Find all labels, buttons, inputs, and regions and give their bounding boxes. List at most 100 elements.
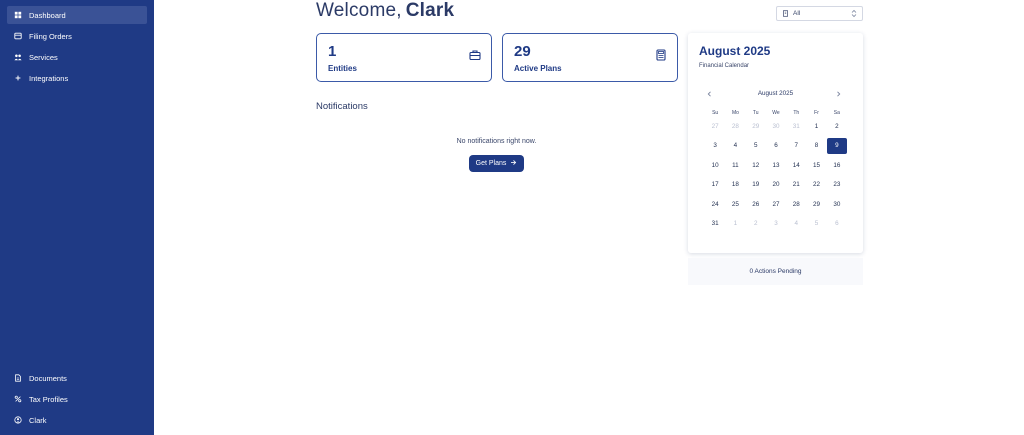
entities-card[interactable]: 1 Entities (316, 33, 492, 82)
entities-count: 1 (328, 43, 337, 60)
sidebar-item-tax-profiles[interactable]: Tax Profiles (7, 390, 147, 408)
calendar-week-row: 24 25 26 27 28 29 30 (705, 196, 847, 216)
calendar-day[interactable]: 15 (806, 157, 826, 173)
sidebar-item-label: Clark (29, 415, 47, 425)
calendar-day[interactable]: 4 (786, 216, 806, 232)
calendar-day[interactable]: 22 (806, 177, 826, 193)
filter-value: All (793, 10, 801, 17)
calendar-day[interactable]: 1 (806, 118, 826, 134)
calendar-day[interactable]: 4 (725, 138, 745, 154)
calendar-day[interactable]: 29 (746, 118, 766, 134)
calendar-day[interactable]: 7 (786, 138, 806, 154)
financial-calendar: August 2025 Financial Calendar August 20… (688, 33, 863, 253)
entity-filter-select[interactable]: All (776, 6, 863, 21)
calendar-day[interactable]: 10 (705, 157, 725, 173)
calendar-day[interactable]: 31 (705, 216, 725, 232)
calendar-day[interactable]: 28 (786, 196, 806, 212)
weekday-label: Su (712, 110, 719, 116)
welcome-text: Welcome, (316, 0, 402, 21)
plus-icon (11, 74, 25, 82)
calendar-day[interactable]: 17 (705, 177, 725, 193)
calendar-grid: Su Mo Tu We Th Fr Sa 27 28 29 30 31 1 2 3 4 5 6 7 8 9 10 11 12… (705, 108, 847, 236)
sidebar-item-label: Filing Orders (29, 31, 72, 41)
document-icon (11, 374, 25, 382)
calendar-day[interactable]: 16 (827, 157, 847, 173)
sidebar-item-integrations[interactable]: Integrations (7, 69, 147, 87)
active-plans-count: 29 (514, 43, 531, 60)
briefcase-icon (469, 48, 481, 66)
calendar-day[interactable]: 3 (705, 138, 725, 154)
calendar-week-row: 31 1 2 3 4 5 6 (705, 216, 847, 236)
calendar-day[interactable]: 5 (806, 216, 826, 232)
calendar-title: August 2025 (699, 44, 771, 58)
sidebar-item-filing-orders[interactable]: Filing Orders (7, 27, 147, 45)
sidebar-item-label: Integrations (29, 73, 69, 83)
user-name: Clark (405, 0, 455, 21)
next-month-button[interactable] (833, 89, 843, 99)
arrow-right-icon (510, 159, 517, 168)
calendar-day[interactable]: 11 (725, 157, 745, 173)
sidebar-item-label: Tax Profiles (29, 394, 68, 404)
calendar-day[interactable]: 5 (746, 138, 766, 154)
services-icon (11, 53, 25, 61)
calendar-day[interactable]: 25 (725, 196, 745, 212)
calendar-day[interactable]: 31 (786, 118, 806, 134)
weekday-label: Fr (814, 110, 819, 116)
active-plans-card[interactable]: 29 Active Plans (502, 33, 678, 82)
calendar-day[interactable]: 29 (806, 196, 826, 212)
entities-label: Entities (328, 64, 357, 73)
sidebar-item-profile[interactable]: Clark (7, 411, 147, 429)
calendar-day[interactable]: 24 (705, 196, 725, 212)
calendar-week-row: 17 18 19 20 21 22 23 (705, 177, 847, 197)
calendar-day[interactable]: 30 (766, 118, 786, 134)
weekday-label: Mo (731, 110, 739, 116)
actions-pending-status: 0 Actions Pending (688, 258, 863, 285)
calendar-day[interactable]: 20 (766, 177, 786, 193)
percent-icon (11, 395, 25, 403)
sidebar-item-label: Documents (29, 373, 67, 383)
calendar-day[interactable]: 1 (725, 216, 745, 232)
get-plans-label: Get Plans (475, 160, 507, 167)
sidebar: Dashboard Filing Orders Services Integra… (0, 0, 154, 435)
calendar-day[interactable]: 6 (827, 216, 847, 232)
active-plans-label: Active Plans (514, 64, 562, 73)
sidebar-item-documents[interactable]: Documents (7, 369, 147, 387)
sidebar-item-label: Services (29, 52, 58, 62)
calendar-day[interactable]: 3 (766, 216, 786, 232)
notifications-empty-text: No notifications right now. (456, 138, 537, 145)
calendar-day[interactable]: 8 (806, 138, 826, 154)
calendar-subtitle: Financial Calendar (699, 63, 750, 69)
sidebar-item-dashboard[interactable]: Dashboard (7, 6, 147, 24)
weekday-header-row: Su Mo Tu We Th Fr Sa (705, 108, 847, 118)
sidebar-item-label: Dashboard (29, 10, 66, 20)
weekday-label: We (772, 110, 780, 116)
calendar-day[interactable]: 26 (746, 196, 766, 212)
user-icon (11, 416, 25, 424)
calendar-day[interactable]: 28 (725, 118, 745, 134)
calendar-day[interactable]: 21 (786, 177, 806, 193)
calendar-day[interactable]: 18 (725, 177, 745, 193)
calendar-day[interactable]: 2 (746, 216, 766, 232)
chevron-right-icon (836, 91, 840, 97)
calendar-day[interactable]: 14 (786, 157, 806, 173)
calendar-day[interactable]: 6 (766, 138, 786, 154)
calendar-week-row: 27 28 29 30 31 1 2 (705, 118, 847, 138)
calendar-day[interactable]: 9 (826, 137, 847, 154)
calendar-day[interactable]: 23 (827, 177, 847, 193)
calendar-day[interactable]: 27 (766, 196, 786, 212)
calendar-day[interactable]: 2 (827, 118, 847, 134)
calendar-day[interactable]: 13 (766, 157, 786, 173)
calendar-day[interactable]: 12 (746, 157, 766, 173)
sidebar-item-services[interactable]: Services (7, 48, 147, 66)
dashboard-icon (11, 11, 25, 19)
filing-icon (11, 32, 25, 40)
calendar-week-row: 10 11 12 13 14 15 16 (705, 157, 847, 177)
get-plans-button[interactable]: Get Plans (469, 155, 524, 172)
chevron-updown-icon (851, 9, 857, 18)
calendar-day[interactable]: 30 (827, 196, 847, 212)
calendar-day[interactable]: 27 (705, 118, 725, 134)
weekday-label: Tu (752, 110, 759, 116)
calendar-week-row: 3456789 (705, 137, 847, 158)
weekday-label: Sa (833, 110, 840, 116)
calendar-day[interactable]: 19 (746, 177, 766, 193)
